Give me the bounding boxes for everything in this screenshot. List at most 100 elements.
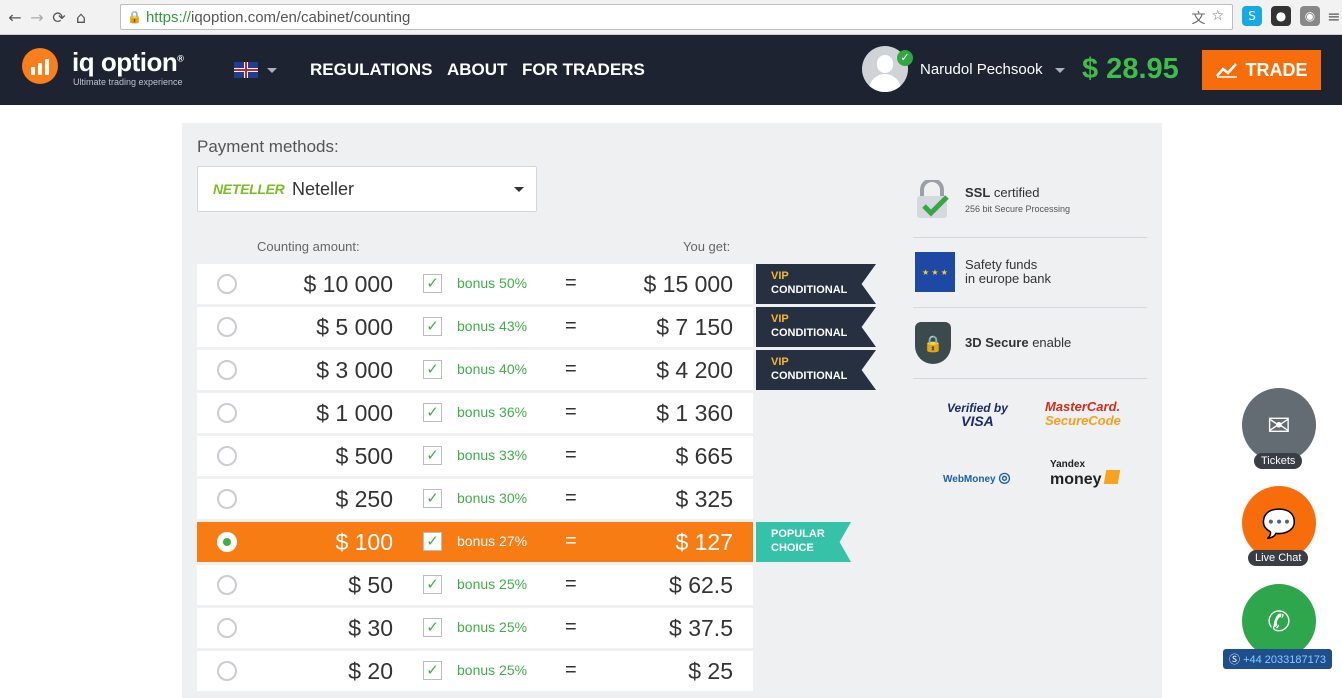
deposit-option-row[interactable]: $ 1 000 ✓ bonus 36% = $ 1 360 xyxy=(197,393,753,433)
menu-icon[interactable]: ≡ xyxy=(1324,6,1342,26)
chart-trend-icon xyxy=(1215,63,1237,78)
bonus-checkbox[interactable]: ✓ xyxy=(423,274,442,293)
bonus-checkbox[interactable]: ✓ xyxy=(423,446,442,465)
amount-radio[interactable] xyxy=(217,618,237,638)
deposit-option-row[interactable]: $ 250 ✓ bonus 30% = $ 325 xyxy=(197,479,753,519)
extension-film-icon[interactable]: ◉ xyxy=(1300,6,1320,26)
bonus-checkbox[interactable]: ✓ xyxy=(423,618,442,637)
bonus-checkbox[interactable]: ✓ xyxy=(423,661,442,680)
amount-radio[interactable] xyxy=(217,575,237,595)
nav-for-traders[interactable]: FOR TRADERS xyxy=(522,60,645,80)
popular-choice-badge: POPULAR CHOICE xyxy=(756,522,851,562)
reload-icon[interactable]: ⟳ xyxy=(48,6,70,28)
bonus-percent: bonus 33% xyxy=(457,447,528,463)
nav-regulations[interactable]: REGULATIONS xyxy=(310,60,432,80)
logo-icon[interactable] xyxy=(22,48,58,84)
eu-flag-icon: ★ ★ ★ xyxy=(915,252,955,292)
amount-radio[interactable] xyxy=(217,489,237,509)
deposit-option-row[interactable]: $ 10 000 ✓ bonus 50% = $ 15 000 xyxy=(197,264,753,304)
counting-amount-header: Counting amount: xyxy=(257,239,360,254)
live-chat-label[interactable]: Live Chat xyxy=(1248,550,1309,566)
equals-sign: = xyxy=(565,659,577,681)
amount-radio[interactable] xyxy=(217,661,237,681)
amount-radio[interactable] xyxy=(217,274,237,294)
tickets-button[interactable]: ✉ xyxy=(1242,388,1316,462)
back-icon[interactable]: ← xyxy=(4,6,26,28)
equals-sign: = xyxy=(565,358,577,380)
skype-extension-icon[interactable]: S xyxy=(1242,6,1262,26)
funds-line1: Safety funds xyxy=(965,257,1038,272)
equals-sign: = xyxy=(565,530,577,552)
nav-about[interactable]: ABOUT xyxy=(447,60,507,80)
ssl-subtitle: 256 bit Secure Processing xyxy=(965,204,1071,214)
envelope-icon: ✉ xyxy=(1267,408,1291,442)
bonus-checkbox[interactable]: ✓ xyxy=(423,489,442,508)
bookmark-star-icon[interactable]: ☆ xyxy=(1211,8,1224,28)
amount-radio[interactable] xyxy=(217,403,237,423)
phone-number[interactable]: Ⓢ +44 2033187173 xyxy=(1223,649,1332,669)
you-get-amount: $ 1 360 xyxy=(656,400,733,426)
username[interactable]: Narudol Pechsook xyxy=(920,61,1043,78)
translate-icon[interactable]: 文 xyxy=(1191,8,1205,28)
you-get-amount: $ 62.5 xyxy=(669,572,733,598)
forward-icon[interactable]: → xyxy=(26,6,48,28)
equals-sign: = xyxy=(565,444,577,466)
url-text: iqoption.com/en/cabinet/counting xyxy=(190,8,411,26)
bonus-percent: bonus 27% xyxy=(457,533,528,549)
equals-sign: = xyxy=(565,573,577,595)
you-get-header: You get: xyxy=(683,239,731,254)
amount-radio[interactable] xyxy=(217,360,237,380)
chat-bubble-icon: 💬 xyxy=(1261,506,1297,540)
deposit-option-row[interactable]: $ 30 ✓ bonus 25% = $ 37.5 xyxy=(197,608,753,648)
chevron-down-icon xyxy=(514,187,524,192)
deposit-option-row[interactable]: $ 50 ✓ bonus 25% = $ 62.5 xyxy=(197,565,753,605)
vip-conditional-badge: VIP CONDITIONAL xyxy=(756,307,876,347)
bonus-checkbox[interactable]: ✓ xyxy=(423,317,442,336)
badge-bottom: CONDITIONAL xyxy=(771,370,848,382)
equals-sign: = xyxy=(565,315,577,337)
you-get-amount: $ 7 150 xyxy=(656,314,733,340)
call-button[interactable]: ✆ xyxy=(1242,584,1316,658)
bonus-checkbox[interactable]: ✓ xyxy=(423,360,442,379)
deposit-option-row[interactable]: $ 20 ✓ bonus 25% = $ 25 xyxy=(197,651,753,691)
amount-radio[interactable] xyxy=(217,317,237,337)
bonus-percent: bonus 50% xyxy=(457,275,528,291)
bonus-checkbox[interactable]: ✓ xyxy=(423,532,442,551)
live-chat-button[interactable]: 💬 xyxy=(1242,486,1316,560)
uk-flag-icon[interactable] xyxy=(234,62,258,78)
payment-method-select[interactable]: NETELLER Neteller xyxy=(197,166,537,212)
neteller-logo: NETELLER xyxy=(213,181,285,197)
bonus-checkbox[interactable]: ✓ xyxy=(423,575,442,594)
deposit-option-row[interactable]: $ 500 ✓ bonus 33% = $ 665 xyxy=(197,436,753,476)
user-dropdown-icon[interactable] xyxy=(1055,68,1065,73)
logo-text[interactable]: iq option® xyxy=(72,47,184,78)
bonus-percent: bonus 25% xyxy=(457,576,528,592)
account-balance: $ 28.95 xyxy=(1082,53,1179,85)
deposit-amount: $ 30 xyxy=(348,615,393,641)
bonus-percent: bonus 25% xyxy=(457,662,528,678)
trade-button[interactable]: TRADE xyxy=(1202,50,1321,90)
language-dropdown-icon[interactable] xyxy=(267,68,277,73)
deposit-option-row[interactable]: $ 5 000 ✓ bonus 43% = $ 7 150 xyxy=(197,307,753,347)
verified-by-visa-logo: Verified by VISA xyxy=(947,401,1008,429)
address-bar[interactable]: 🔒 https:// iqoption.com/en/cabinet/count… xyxy=(120,4,1233,30)
home-icon[interactable]: ⌂ xyxy=(70,6,92,28)
deposit-amount: $ 20 xyxy=(348,658,393,684)
bonus-checkbox[interactable]: ✓ xyxy=(423,403,442,422)
badge-top: VIP xyxy=(771,313,789,325)
deposit-option-row[interactable]: $ 100 ✓ bonus 27% = $ 127 xyxy=(197,522,753,562)
bonus-percent: bonus 30% xyxy=(457,490,528,506)
deposit-option-row[interactable]: $ 3 000 ✓ bonus 40% = $ 4 200 xyxy=(197,350,753,390)
tickets-label[interactable]: Tickets xyxy=(1254,453,1303,469)
webmoney-logo: WebMoney ◎ xyxy=(943,469,1011,485)
deposit-amount: $ 250 xyxy=(335,486,393,512)
badge-bottom: CHOICE xyxy=(771,542,814,554)
badge-top: VIP xyxy=(771,270,789,282)
extension-icon[interactable]: ● xyxy=(1271,6,1291,26)
lock-icon: 🔒 xyxy=(127,10,142,24)
amount-radio[interactable] xyxy=(217,446,237,466)
vip-conditional-badge: VIP CONDITIONAL xyxy=(756,350,876,390)
deposit-amount: $ 5 000 xyxy=(316,314,393,340)
you-get-amount: $ 37.5 xyxy=(669,615,733,641)
amount-radio[interactable] xyxy=(217,532,237,552)
